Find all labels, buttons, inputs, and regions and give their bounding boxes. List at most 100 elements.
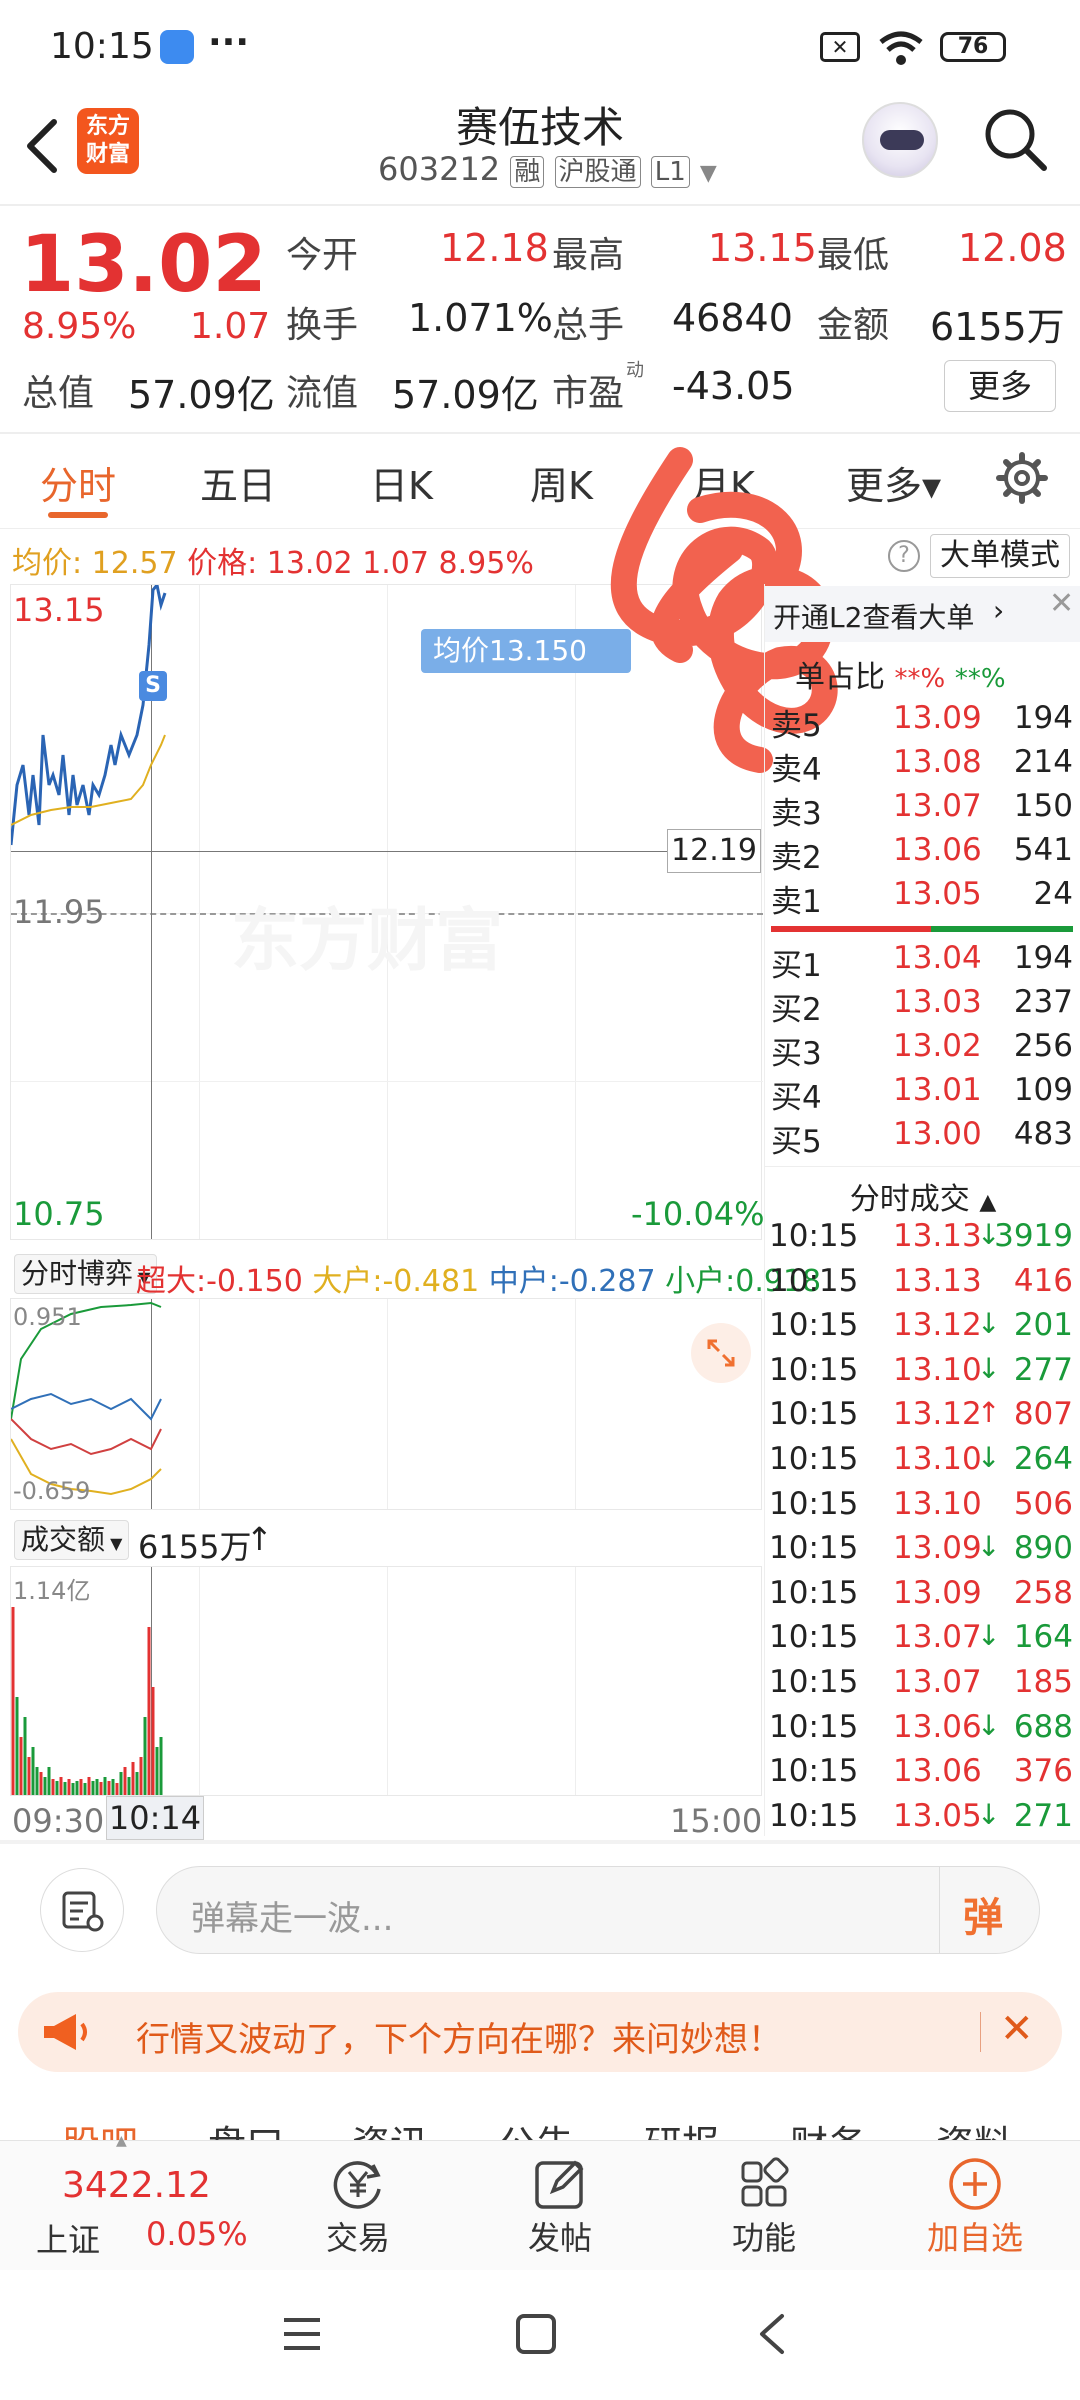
badge-hk-connect: 沪股通: [554, 156, 641, 188]
grid-line: [575, 1567, 576, 1795]
open-label: 今开: [286, 235, 359, 276]
price-value: 13.02: [266, 546, 353, 581]
bid-row: 买1 13.04 194: [765, 940, 1080, 984]
nav-add-watchlist[interactable]: 加自选: [900, 2141, 1050, 2271]
tab-more[interactable]: 更多▾: [846, 455, 941, 510]
tick-volume: 890: [1013, 1530, 1073, 1567]
dropdown-caret-icon[interactable]: ▼: [700, 161, 717, 186]
change-amount: 1.07: [190, 306, 271, 347]
tick-price: 13.06: [893, 1708, 982, 1745]
tick-price: 13.05: [893, 1797, 982, 1834]
volume-value: 46840: [672, 296, 793, 340]
subtab-announcements[interactable]: 公告: [498, 2114, 574, 2140]
assistant-avatar[interactable]: [862, 102, 938, 178]
badge-margin: 融: [510, 156, 545, 188]
nav-functions[interactable]: 功能: [704, 2141, 824, 2271]
subtab-profile[interactable]: 资料: [936, 2114, 1012, 2140]
tick-volume: 3919: [994, 1218, 1073, 1254]
open-value: 12.18: [440, 226, 549, 270]
chevron-down-icon: ▼: [105, 1534, 123, 1553]
pe-value: -43.05: [672, 364, 795, 408]
crosshair-price-label: 12.19: [667, 829, 761, 873]
buy-sell-bar-green: [931, 926, 1073, 932]
tick-volume: 185: [1013, 1664, 1073, 1700]
small-label: 小户:: [665, 1264, 736, 1299]
nav-post-label: 发帖: [527, 2219, 592, 2257]
tick-row: 10:15 13.12 ↓ 201: [765, 1307, 1080, 1351]
chart-bottom-left-value: 10.75: [13, 1195, 105, 1233]
promo-banner[interactable]: 行情又波动了，下个方向在哪？来问妙想！ ✕: [18, 1992, 1062, 2072]
super-label: 超大:: [136, 1264, 207, 1299]
expand-button[interactable]: [691, 1323, 751, 1383]
volume-selector[interactable]: 成交额 ▼: [14, 1520, 130, 1560]
tick-direction-icon: ↓: [977, 1530, 1001, 1564]
tick-direction-icon: ↑: [977, 1396, 1001, 1430]
ask-price: 13.08: [893, 744, 982, 780]
l2-banner[interactable]: 开通L2查看大单 › ✕: [765, 586, 1080, 642]
bid-label: 买1: [771, 948, 822, 984]
nav-add-watchlist-label: 加自选: [926, 2219, 1023, 2257]
subtab-finance[interactable]: 财务: [790, 2114, 866, 2140]
home-icon[interactable]: [514, 2312, 558, 2356]
tick-row: 10:15 13.10 ↓ 264: [765, 1441, 1080, 1485]
status-bar: 10:15 ··· ✕ 76: [0, 0, 1080, 90]
close-icon[interactable]: ✕: [1049, 586, 1074, 621]
help-icon[interactable]: ?: [888, 540, 920, 572]
tab-daily-k[interactable]: 日K: [370, 455, 433, 510]
time-start: 09:30: [12, 1802, 105, 1840]
tick-direction-icon: ↓: [977, 1619, 1001, 1653]
index-widget[interactable]: 3422.12 上证 0.05%: [0, 2141, 260, 2271]
comment-input[interactable]: 弹幕走一波... 弹: [156, 1866, 1040, 1954]
chart-top-left-value: 13.15: [13, 591, 105, 629]
bid-label: 买4: [771, 1080, 822, 1116]
price-change: 1.07: [362, 546, 429, 581]
buy-sell-bar-red: [771, 926, 931, 932]
tick-time: 10:15: [769, 1708, 859, 1745]
menu-icon[interactable]: [280, 2314, 324, 2354]
tick-row: 10:15 13.09 258: [765, 1575, 1080, 1619]
ratio-b: **%: [954, 664, 1006, 694]
more-button[interactable]: 更多: [944, 360, 1056, 412]
subtab-news[interactable]: 资讯: [352, 2114, 428, 2140]
tick-volume: 416: [1013, 1262, 1073, 1299]
subtab-research[interactable]: 研报: [644, 2114, 720, 2140]
divider: [765, 1166, 1080, 1167]
settings-gear-icon[interactable]: [996, 452, 1048, 504]
tab-intraday[interactable]: 分时: [40, 455, 116, 510]
bid-volume: 109: [1013, 1072, 1073, 1108]
tick-time: 10:15: [769, 1396, 859, 1433]
big-order-mode-button[interactable]: 大单模式: [930, 534, 1070, 578]
tick-direction-icon: ↓: [977, 1307, 1001, 1341]
quote-panel: 13.02 8.95% 1.07 今开 12.18 最高 13.15 最低 12…: [0, 206, 1080, 436]
tab-five-day[interactable]: 五日: [200, 455, 276, 510]
close-icon[interactable]: ✕: [1000, 2006, 1034, 2052]
grid-line: [575, 585, 576, 1239]
low-label: 最低: [817, 235, 890, 276]
nav-trade[interactable]: 交易: [298, 2141, 418, 2271]
bid-volume: 483: [1013, 1116, 1073, 1152]
super-value: -0.150: [206, 1264, 303, 1299]
subtab-pankou[interactable]: 盘口: [208, 2114, 284, 2140]
bid-label: 买2: [771, 992, 822, 1028]
tick-volume: 688: [1013, 1708, 1073, 1745]
ask-label: 卖2: [771, 840, 822, 876]
l2-banner-text: 开通L2查看大单: [773, 601, 975, 634]
wifi-icon: [879, 31, 923, 65]
danmu-button[interactable]: 弹: [963, 1885, 1003, 1943]
order-flow-legend: 超大:-0.150 大户:-0.481 中户:-0.287 小户:0.918: [136, 1256, 821, 1300]
ticks-title-row[interactable]: 分时成交 ▲: [765, 1174, 1080, 1218]
sell-signal-marker[interactable]: S: [139, 671, 167, 701]
bid-volume: 256: [1013, 1028, 1073, 1064]
yen-cycle-icon: [333, 2161, 381, 2209]
status-time: 10:15: [50, 26, 154, 67]
nav-post[interactable]: 发帖: [500, 2141, 620, 2271]
change-percent: 8.95%: [22, 306, 137, 347]
comment-placeholder: 弹幕走一波...: [191, 1899, 394, 1939]
tick-row: 10:15 13.13 ↓ 3919: [765, 1218, 1080, 1262]
section-divider: [0, 1840, 1080, 1844]
ask-volume: 150: [1013, 788, 1073, 824]
tab-divider: [0, 528, 1080, 529]
comment-list-button[interactable]: [40, 1868, 124, 1952]
search-icon[interactable]: [980, 104, 1050, 174]
system-back-icon[interactable]: [752, 2310, 792, 2358]
